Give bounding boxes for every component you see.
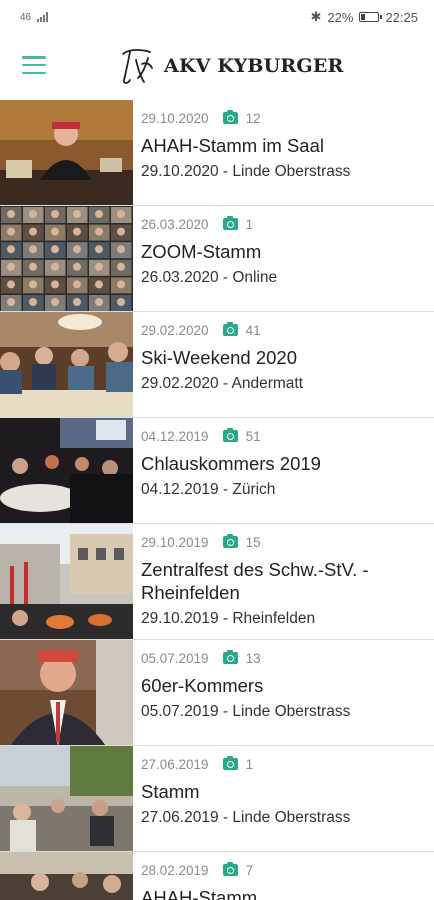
album-info: 26.03.2020 1 ZOOM-Stamm 26.03.2020 - Online [133, 206, 434, 311]
photo-count: 7 [245, 862, 254, 878]
album-date: 29.10.2019 [141, 534, 209, 550]
album-row[interactable]: 29.10.2020 12 AHAH-Stamm im Saal 29.10.2020… [0, 100, 434, 206]
album-info: 29.02.2020 41 Ski-Weekend 2020 29.02.2020 -… [133, 312, 434, 417]
album-meta: 29.02.2020 41 [141, 321, 426, 339]
photo-image [0, 524, 133, 639]
album-title: Chlauskommers 2019 [141, 453, 321, 474]
album-meta: 29.10.2020 12 [141, 109, 426, 127]
album-thumbnail[interactable] [0, 640, 133, 745]
camera-icon [222, 428, 238, 442]
photo-image [0, 852, 133, 900]
status-right: ✱ 22% 22:25 [311, 9, 418, 25]
album-date: 05.07.2019 [141, 650, 209, 666]
album-info: 29.10.2019 15 Zentralfest des Schw.-StV. -… [133, 524, 434, 639]
album-subtitle: 27.06.2019 - Linde Oberstrass [141, 809, 351, 826]
carrier-label: 46 [20, 11, 32, 23]
camera-icon [222, 110, 238, 124]
photo-count: 12 [245, 110, 261, 126]
album-date: 04.12.2019 [141, 428, 209, 444]
album-meta: 28.02.2019 7 [141, 861, 426, 879]
photo-image [0, 746, 133, 851]
menu-icon[interactable] [22, 56, 46, 74]
camera-icon [222, 756, 238, 770]
album-subtitle: 04.12.2019 - Zürich [141, 481, 276, 498]
camera-icon [222, 216, 238, 230]
photo-count: 1 [245, 756, 254, 772]
album-row[interactable]: 27.06.2019 1 Stamm 27.06.2019 - Linde Obers… [0, 746, 434, 852]
photo-image [0, 640, 133, 745]
album-list: 29.10.2020 12 AHAH-Stamm im Saal 29.10.2020… [0, 100, 434, 900]
album-thumbnail[interactable] [0, 746, 133, 851]
brand: AKV KYBURGER [118, 46, 344, 86]
album-meta: 05.07.2019 13 [141, 649, 426, 667]
status-left: 46 [20, 11, 49, 23]
photo-count: 13 [245, 650, 261, 666]
battery-percent: 22% [327, 9, 354, 25]
album-row[interactable]: 29.10.2019 15 Zentralfest des Schw.-StV. -… [0, 524, 434, 640]
album-title: AHAH-Stamm [141, 887, 258, 900]
album-date: 29.02.2020 [141, 322, 209, 338]
album-date: 26.03.2020 [141, 216, 209, 232]
album-date: 28.02.2019 [141, 862, 209, 878]
album-title: ZOOM-Stamm [141, 241, 262, 262]
photo-count: 15 [245, 534, 261, 550]
album-info: 05.07.2019 13 60er-Kommers 05.07.2019 - Lin… [133, 640, 434, 745]
photo-image [0, 206, 133, 311]
photo-count: 51 [245, 428, 261, 444]
album-title: Ski-Weekend 2020 [141, 347, 297, 368]
battery-fill [361, 14, 365, 20]
album-info: 04.12.2019 51 Chlauskommers 2019 04.12.2019… [133, 418, 434, 523]
album-subtitle: 29.02.2020 - Andermatt [141, 375, 304, 392]
album-thumbnail[interactable] [0, 524, 133, 639]
album-row[interactable]: 26.03.2020 1 ZOOM-Stamm 26.03.2020 - Online [0, 206, 434, 312]
album-row[interactable]: 29.02.2020 41 Ski-Weekend 2020 29.02.2020 -… [0, 312, 434, 418]
camera-icon [222, 322, 238, 336]
photo-image [0, 312, 133, 417]
album-meta: 27.06.2019 1 [141, 755, 426, 773]
album-info: 27.06.2019 1 Stamm 27.06.2019 - Linde Obers… [133, 746, 434, 851]
camera-icon [222, 534, 238, 548]
album-thumbnail[interactable] [0, 100, 133, 205]
battery-icon [359, 12, 383, 22]
album-date: 29.10.2020 [141, 110, 209, 126]
clock: 22:25 [385, 9, 418, 25]
album-thumbnail[interactable] [0, 418, 133, 523]
album-date: 27.06.2019 [141, 756, 209, 772]
album-thumbnail[interactable] [0, 852, 133, 900]
album-meta: 29.10.2019 15 [141, 533, 426, 551]
app-header: AKV KYBURGER [0, 34, 434, 100]
photo-count: 1 [245, 216, 254, 232]
camera-icon [222, 862, 238, 876]
album-thumbnail[interactable] [0, 206, 133, 311]
album-subtitle: 29.10.2019 - Rheinfelden [141, 610, 316, 627]
album-title: Zentralfest des Schw.-StV. - Rheinfelden [141, 559, 369, 603]
album-subtitle: 29.10.2020 - Linde Oberstrass [141, 163, 351, 180]
signal-icon [37, 12, 49, 22]
album-row[interactable]: 04.12.2019 51 Chlauskommers 2019 04.12.2019… [0, 418, 434, 524]
album-subtitle: 26.03.2020 - Online [141, 269, 278, 286]
album-info: 28.02.2019 7 AHAH-Stamm [133, 852, 434, 900]
photo-image [0, 100, 133, 205]
photo-count: 41 [245, 322, 261, 338]
camera-icon [222, 650, 238, 664]
album-thumbnail[interactable] [0, 312, 133, 417]
album-title: AHAH-Stamm im Saal [141, 135, 324, 156]
album-title: Stamm [141, 781, 200, 802]
album-title: 60er-Kommers [141, 675, 264, 696]
album-info: 29.10.2020 12 AHAH-Stamm im Saal 29.10.2020… [133, 100, 434, 205]
album-row[interactable]: 05.07.2019 13 60er-Kommers 05.07.2019 - Lin… [0, 640, 434, 746]
album-row[interactable]: 28.02.2019 7 AHAH-Stamm [0, 852, 434, 900]
app-title: AKV KYBURGER [164, 55, 344, 77]
status-bar: 46 ✱ 22% 22:25 [0, 0, 434, 34]
album-meta: 26.03.2020 1 [141, 215, 426, 233]
album-subtitle: 05.07.2019 - Linde Oberstrass [141, 703, 351, 720]
monogram-logo-icon [122, 49, 153, 84]
bluetooth-icon: ✱ [310, 9, 322, 24]
photo-image [0, 418, 133, 523]
album-meta: 04.12.2019 51 [141, 427, 426, 445]
